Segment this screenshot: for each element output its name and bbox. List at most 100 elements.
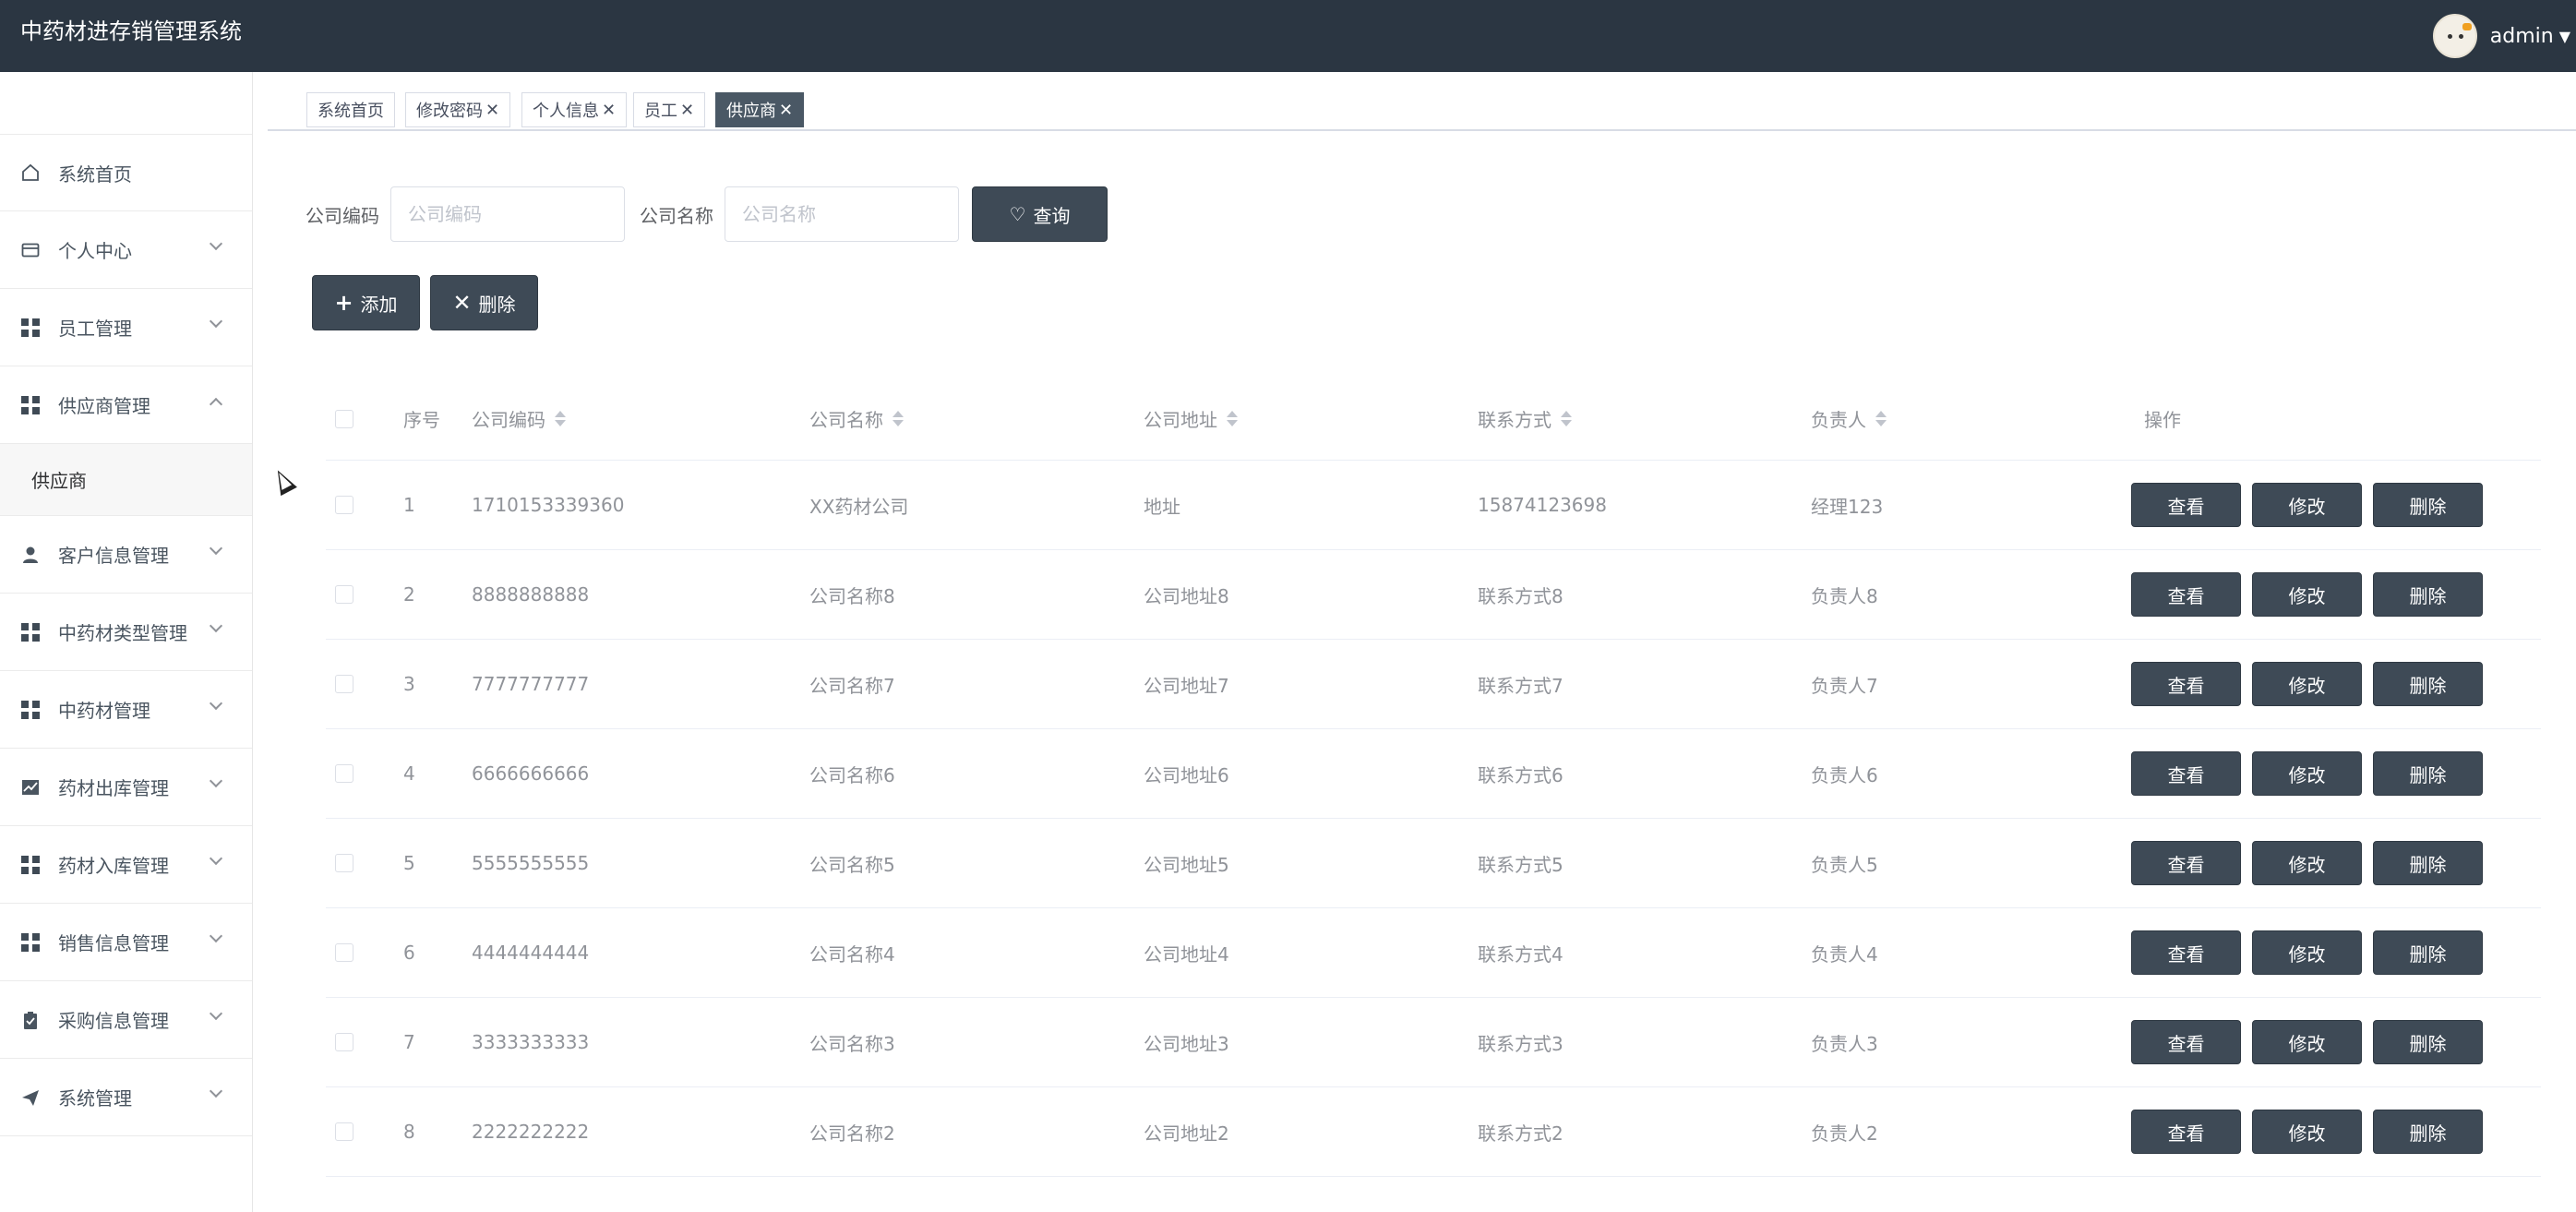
view-button[interactable]: 查看: [2131, 662, 2241, 706]
table-cell: 负责人2: [1811, 1122, 1878, 1145]
table-cell: 负责人8: [1811, 584, 1878, 607]
sort-icon[interactable]: [1227, 411, 1238, 426]
view-button[interactable]: 查看: [2131, 1110, 2241, 1154]
query-button[interactable]: ♡ 查询: [972, 186, 1108, 242]
sidebar-item-6[interactable]: 中药材管理: [0, 671, 252, 749]
edit-button[interactable]: 修改: [2252, 841, 2362, 885]
action-bar: + 添加 ✕ 删除: [312, 275, 538, 330]
delete-button[interactable]: 删除: [2373, 930, 2483, 975]
table-header: 序号 公司编码 公司名称 公司地址 联系方式 负责人 操作: [326, 378, 2541, 461]
sort-icon[interactable]: [555, 411, 566, 426]
caret-down-icon[interactable]: ▼: [2559, 28, 2570, 45]
sidebar-item-0[interactable]: 系统首页: [0, 134, 252, 211]
edit-button[interactable]: 修改: [2252, 662, 2362, 706]
edit-button[interactable]: 修改: [2252, 1020, 2362, 1064]
view-button[interactable]: 查看: [2131, 751, 2241, 796]
column-header[interactable]: 公司地址: [1144, 378, 1238, 460]
sidebar-item-1[interactable]: 个人中心: [0, 211, 252, 289]
delete-button[interactable]: 删除: [2373, 841, 2483, 885]
tab-1[interactable]: 修改密码 ✕: [405, 92, 511, 127]
sidebar-item-2[interactable]: 员工管理: [0, 289, 252, 366]
tab-close-icon[interactable]: ✕: [602, 101, 616, 120]
delete-button[interactable]: 删除: [2373, 751, 2483, 796]
row-checkbox[interactable]: [335, 854, 353, 872]
sidebar-item-label: 个人中心: [58, 240, 132, 262]
company-name-input[interactable]: [725, 186, 959, 242]
sidebar-item-8[interactable]: 药材入库管理: [0, 826, 252, 904]
company-code-input[interactable]: [390, 186, 625, 242]
delete-button[interactable]: 删除: [2373, 1110, 2483, 1154]
table-cell: 联系方式2: [1478, 1122, 1564, 1145]
table-cell: 公司名称8: [809, 584, 895, 607]
tab-close-icon[interactable]: ✕: [680, 101, 694, 120]
sidebar-item-5[interactable]: 中药材类型管理: [0, 594, 252, 671]
view-button[interactable]: 查看: [2131, 930, 2241, 975]
sidebar-item-9[interactable]: 销售信息管理: [0, 904, 252, 981]
edit-button[interactable]: 修改: [2252, 483, 2362, 527]
tab-2[interactable]: 个人信息 ✕: [521, 92, 628, 127]
add-button-label: 添加: [360, 293, 398, 316]
select-all-checkbox[interactable]: [335, 409, 353, 428]
column-header[interactable]: 联系方式: [1478, 378, 1572, 460]
batch-delete-button[interactable]: ✕ 删除: [430, 275, 538, 330]
column-header[interactable]: 负责人: [1811, 378, 1887, 460]
tab-3[interactable]: 员工 ✕: [633, 92, 706, 127]
view-button[interactable]: 查看: [2131, 483, 2241, 527]
delete-button[interactable]: 删除: [2373, 572, 2483, 617]
sidebar-item-label: 销售信息管理: [58, 932, 169, 954]
sidebar-item-label: 中药材类型管理: [58, 622, 187, 644]
row-checkbox[interactable]: [335, 1033, 353, 1051]
sidebar-item-4[interactable]: 客户信息管理: [0, 516, 252, 594]
tab-close-icon[interactable]: ✕: [779, 101, 793, 120]
edit-button[interactable]: 修改: [2252, 751, 2362, 796]
column-header[interactable]: 公司编码: [472, 378, 566, 460]
table-cell: 2222222222: [472, 1121, 590, 1143]
chevron-down-icon: [209, 236, 223, 251]
tab-label: 员工: [644, 102, 677, 121]
chevron-down-icon: [209, 929, 223, 943]
tab-label: 系统首页: [318, 102, 384, 121]
table-cell: 公司地址3: [1144, 1032, 1229, 1055]
table-cell: 公司地址8: [1144, 584, 1229, 607]
tab-4[interactable]: 供应商 ✕: [715, 92, 805, 127]
column-header[interactable]: 公司名称: [809, 378, 904, 460]
row-checkbox[interactable]: [335, 585, 353, 604]
view-button[interactable]: 查看: [2131, 572, 2241, 617]
sidebar-item-3[interactable]: 供应商管理: [0, 366, 252, 444]
view-button[interactable]: 查看: [2131, 841, 2241, 885]
table-cell: 5555555555: [472, 852, 590, 874]
user-name[interactable]: admin: [2490, 25, 2554, 48]
user-menu[interactable]: admin ▼: [2432, 7, 2576, 65]
grid-icon: [20, 318, 41, 338]
sort-icon[interactable]: [1875, 411, 1887, 426]
row-checkbox[interactable]: [335, 764, 353, 783]
table-cell: 5: [403, 852, 415, 874]
table-row: 4 6666666666 公司名称6 公司地址6 联系方式6 负责人6 查看 修改 删除: [326, 729, 2541, 819]
sidebar-item-7[interactable]: 药材出库管理: [0, 749, 252, 826]
avatar[interactable]: [2432, 14, 2477, 58]
app-title: 中药材进存销管理系统: [20, 18, 242, 44]
edit-button[interactable]: 修改: [2252, 1110, 2362, 1154]
plus-icon: +: [334, 290, 353, 316]
row-checkbox[interactable]: [335, 1122, 353, 1141]
delete-button[interactable]: 删除: [2373, 483, 2483, 527]
tab-close-icon[interactable]: ✕: [485, 101, 499, 120]
edit-button[interactable]: 修改: [2252, 572, 2362, 617]
delete-button[interactable]: 删除: [2373, 1020, 2483, 1064]
row-checkbox[interactable]: [335, 496, 353, 514]
sort-icon[interactable]: [1561, 411, 1572, 426]
sidebar-item-10[interactable]: 采购信息管理: [0, 981, 252, 1059]
view-button[interactable]: 查看: [2131, 1020, 2241, 1064]
sidebar-subitem-supplier[interactable]: 供应商: [0, 444, 252, 516]
table-cell: 公司地址5: [1144, 853, 1229, 876]
sidebar-item-11[interactable]: 系统管理: [0, 1059, 252, 1136]
edit-button[interactable]: 修改: [2252, 930, 2362, 975]
sort-icon[interactable]: [893, 411, 904, 426]
add-button[interactable]: + 添加: [312, 275, 420, 330]
table-cell: 4444444444: [472, 942, 590, 964]
delete-button[interactable]: 删除: [2373, 662, 2483, 706]
sidebar-item-label: 系统首页: [58, 162, 132, 186]
row-checkbox[interactable]: [335, 943, 353, 962]
tab-0[interactable]: 系统首页: [306, 92, 395, 127]
row-checkbox[interactable]: [335, 675, 353, 693]
